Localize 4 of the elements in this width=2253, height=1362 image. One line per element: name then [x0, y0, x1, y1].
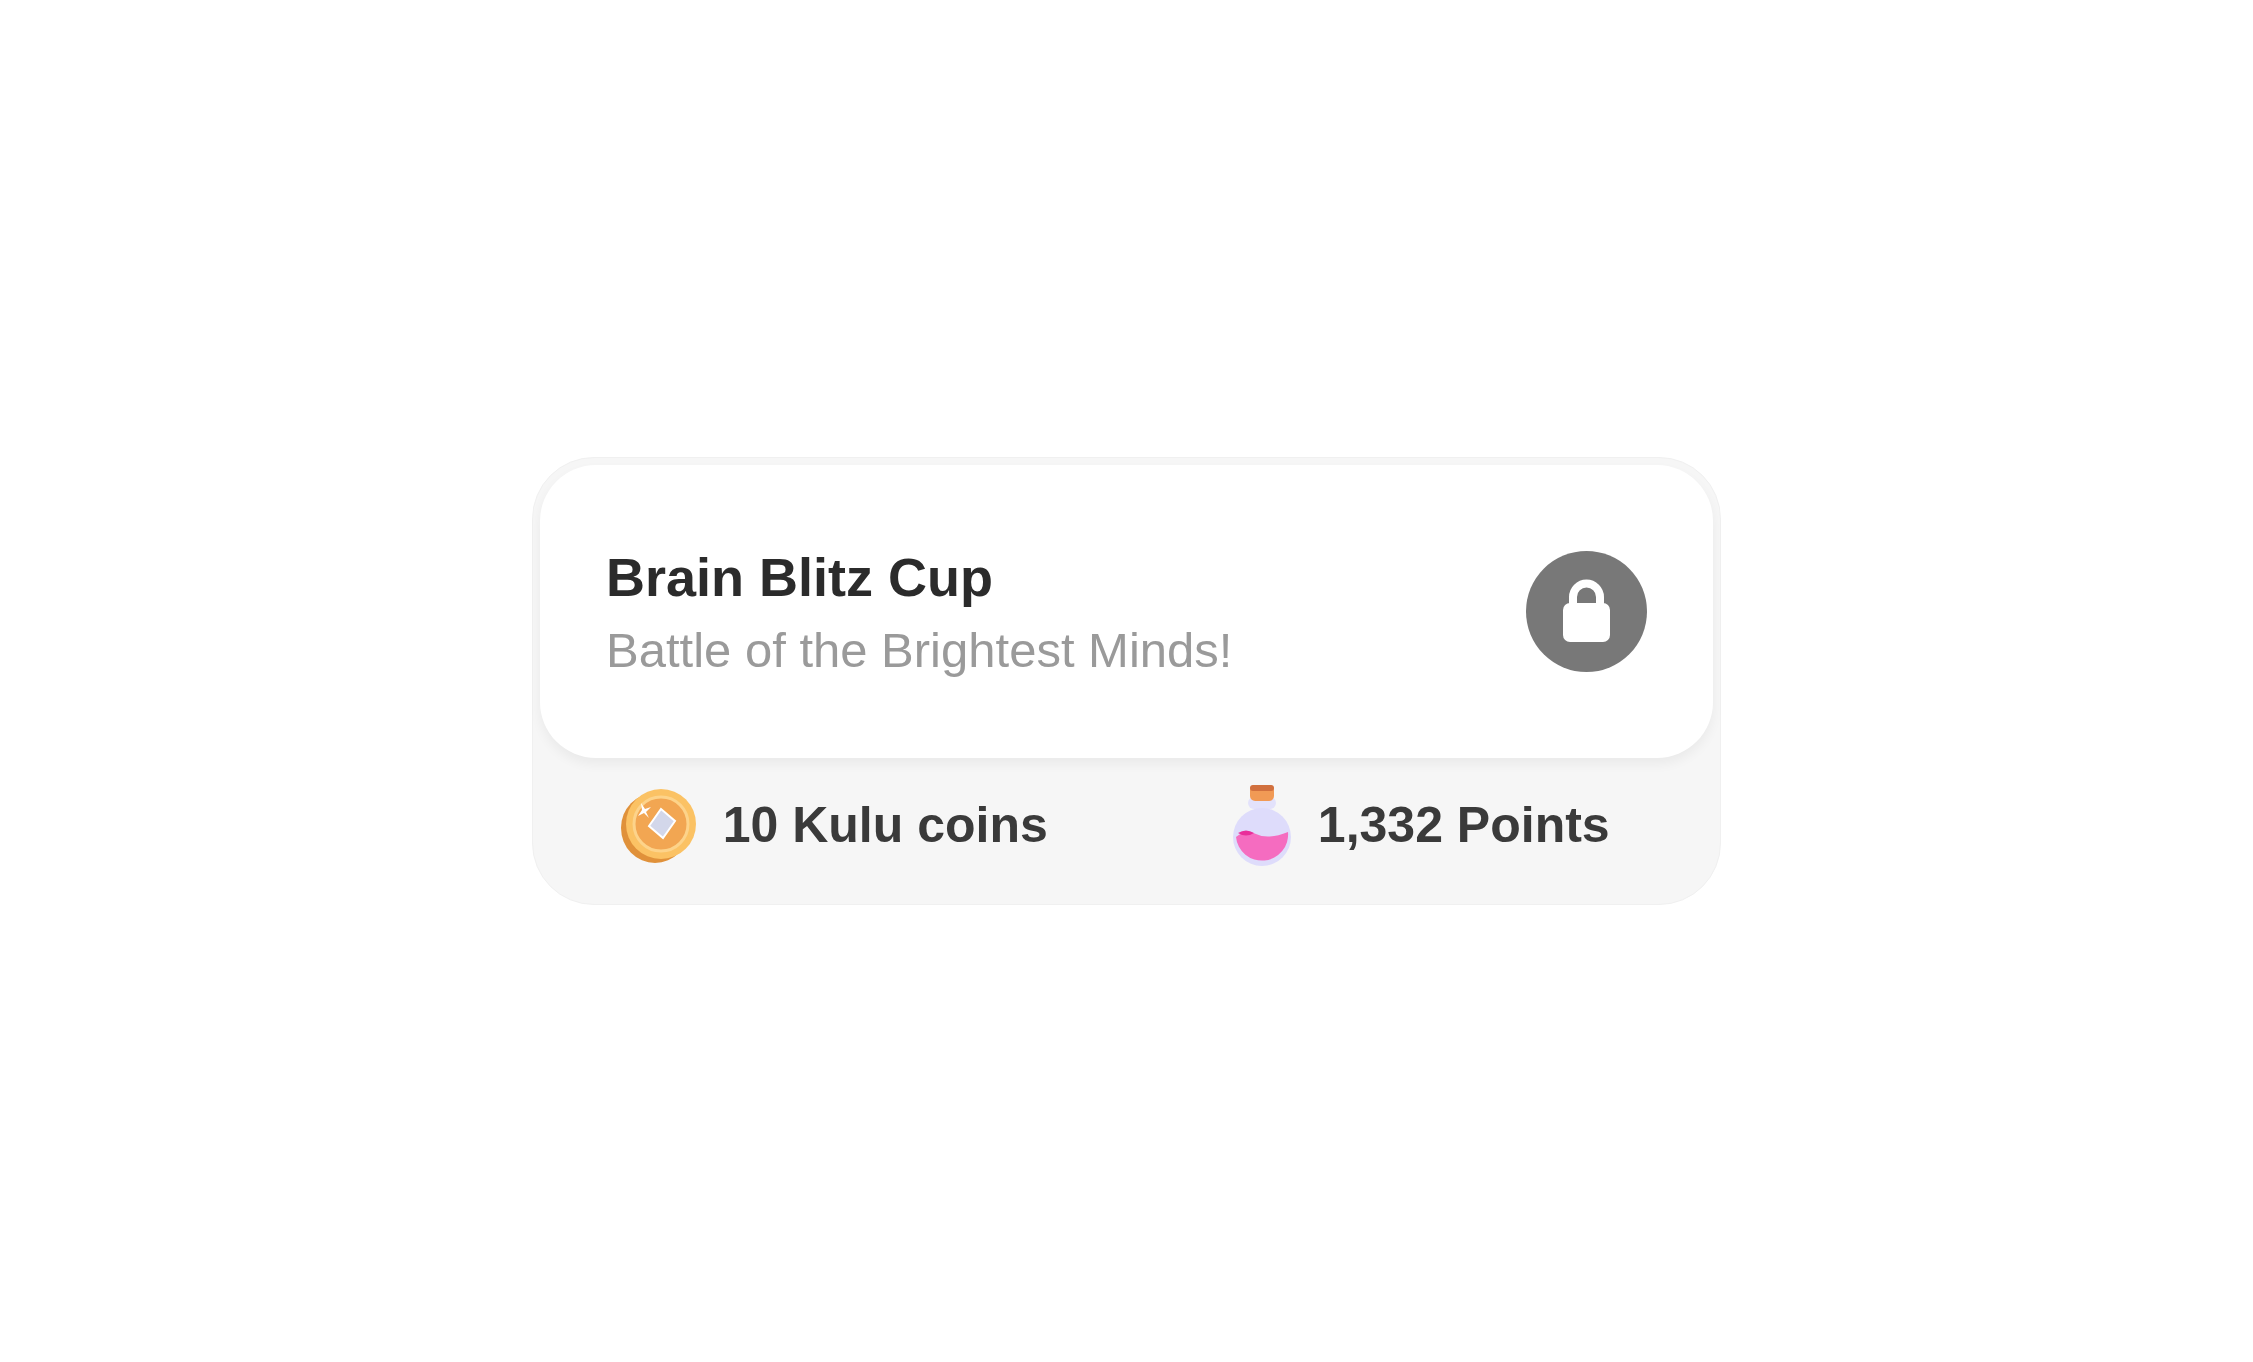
reward-label: 10 Kulu coins	[722, 795, 1048, 854]
challenge-title: Brain Blitz Cup	[606, 545, 994, 608]
challenge-subtitle: Battle of the Brightest Minds!	[606, 621, 1233, 678]
reward-label: 1,332 Points	[1317, 795, 1610, 854]
